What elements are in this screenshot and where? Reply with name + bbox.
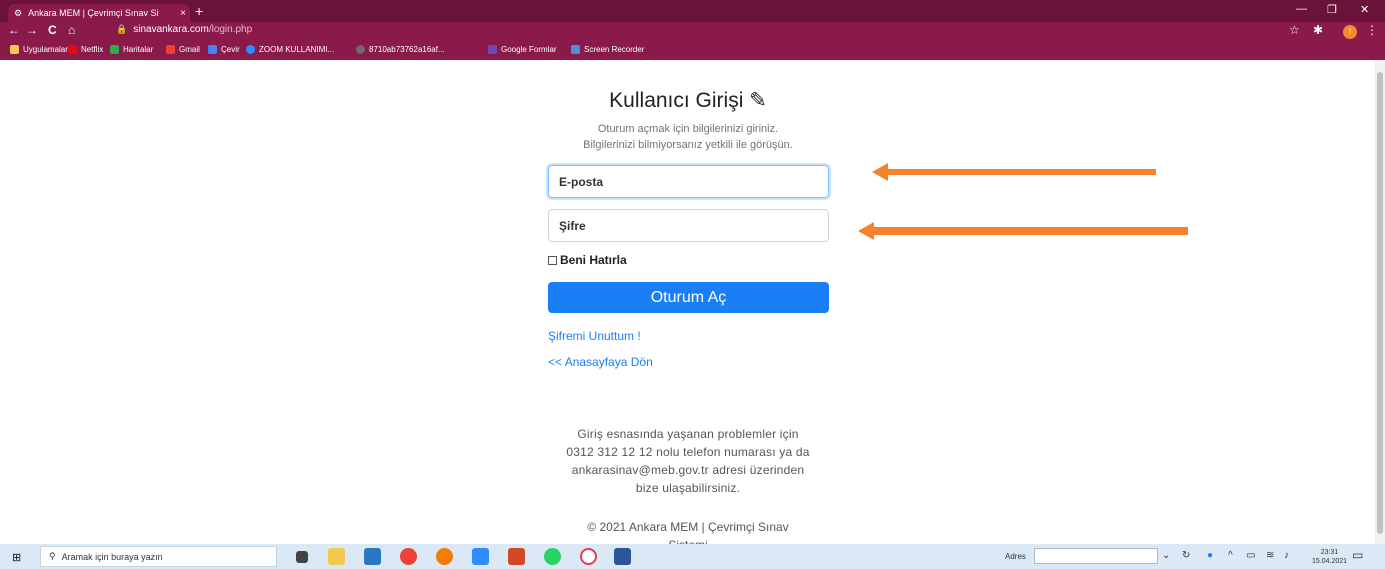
close-tab-icon[interactable]: × bbox=[180, 8, 190, 19]
windows-start-icon[interactable]: ⊞ bbox=[12, 551, 21, 564]
url-path: /login.php bbox=[208, 24, 253, 35]
footer-line-2: Sistemi bbox=[528, 536, 848, 544]
zoom-icon bbox=[246, 45, 255, 54]
gmail-icon bbox=[166, 45, 175, 54]
wifi-icon[interactable]: ≋ bbox=[1266, 550, 1274, 561]
address-toolbar-label: Adres bbox=[1005, 552, 1026, 561]
bookmark-zoom[interactable]: ZOOM KULLANIMI... bbox=[246, 45, 334, 54]
bookmark-link[interactable]: 8710ab73762a16af... bbox=[356, 45, 445, 54]
footer-copyright: © 2021 Ankara MEM | Çevrimçi Sınav Siste… bbox=[528, 518, 848, 544]
bookmarks-bar: Uygulamalar Netflix Haritalar Gmail Çevi… bbox=[0, 41, 1385, 60]
email-field[interactable]: E-posta bbox=[548, 165, 829, 198]
apps-grid-icon bbox=[10, 45, 19, 54]
bookmark-apps[interactable]: Uygulamalar bbox=[10, 45, 68, 54]
zoom-app-icon[interactable] bbox=[472, 548, 489, 565]
info-line: 0312 312 12 12 nolu telefon numarası ya … bbox=[566, 445, 810, 459]
remember-me[interactable]: Beni Hatırla bbox=[548, 253, 627, 267]
back-to-home-link[interactable]: << Anasayfaya Dön bbox=[548, 355, 653, 369]
info-line: bize ulaşabilirsiniz. bbox=[635, 481, 741, 495]
translate-icon bbox=[208, 45, 217, 54]
globe-icon: ⚙ bbox=[14, 7, 23, 18]
bookmark-google-forms[interactable]: Google Formlar bbox=[488, 45, 557, 54]
profile-avatar[interactable]: ! bbox=[1343, 25, 1357, 39]
notification-icon[interactable]: ▭ bbox=[1352, 548, 1363, 562]
login-title: Kullanıcı Girişi ✎ bbox=[548, 88, 828, 113]
login-submit-button[interactable]: Oturum Aç bbox=[548, 282, 829, 313]
taskbar-search[interactable]: ⚲ Aramak için buraya yazın bbox=[40, 546, 277, 567]
home-icon[interactable]: ⌂ bbox=[68, 23, 75, 37]
bookmark-translate[interactable]: Çevir bbox=[208, 45, 240, 54]
login-subtitle: Oturum açmak için bilgilerinizi giriniz.… bbox=[528, 121, 848, 153]
bookmark-gmail[interactable]: Gmail bbox=[166, 45, 200, 54]
footer-line-1: © 2021 Ankara MEM | Çevrimçi Sınav bbox=[587, 520, 789, 534]
powerpoint-icon[interactable] bbox=[508, 548, 525, 565]
browser-toolbar: ← → C ⌂ 🔒 sinavankara.com/login.php ☆ ✱ !… bbox=[0, 22, 1385, 41]
remember-checkbox[interactable] bbox=[548, 255, 557, 265]
chrome-icon[interactable] bbox=[400, 548, 417, 565]
taskbar-search-placeholder: Aramak için buraya yazın bbox=[61, 551, 163, 562]
bookmark-screen-recorder[interactable]: Screen Recorder bbox=[571, 45, 644, 54]
store-icon[interactable] bbox=[364, 548, 381, 565]
forgot-password-link[interactable]: Şifremi Unuttum ! bbox=[548, 329, 641, 343]
dropdown-icon[interactable]: ⌄ bbox=[1162, 550, 1170, 561]
pencil-icon: ✎ bbox=[749, 89, 767, 112]
minimize-icon[interactable]: — bbox=[1296, 3, 1307, 15]
forms-icon bbox=[488, 45, 497, 54]
chevron-up-icon[interactable]: ^ bbox=[1228, 550, 1233, 561]
back-icon[interactable]: ← bbox=[8, 23, 20, 37]
help-info: Giriş esnasında yaşanan problemler için … bbox=[528, 425, 848, 497]
maps-icon bbox=[110, 45, 119, 54]
firefox-icon[interactable] bbox=[436, 548, 453, 565]
subtitle-line-2: Bilgilerinizi bilmiyorsanız yetkili ile … bbox=[583, 139, 793, 151]
browser-tab[interactable]: ⚙ Ankara MEM | Çevrimçi Sınav Si × bbox=[8, 4, 190, 22]
menu-kebab-icon[interactable]: ⋮ bbox=[1366, 23, 1378, 37]
annotation-arrow-password bbox=[872, 227, 1188, 235]
browser-tab-strip: ⚙ Ankara MEM | Çevrimçi Sınav Si × + — ❐… bbox=[0, 0, 1385, 22]
lock-icon: 🔒 bbox=[116, 24, 128, 34]
new-tab-button[interactable]: + bbox=[195, 3, 203, 19]
whatsapp-icon[interactable] bbox=[544, 548, 561, 565]
forward-icon[interactable]: → bbox=[26, 23, 38, 37]
bookmark-netflix[interactable]: Netflix bbox=[68, 45, 103, 54]
globe-icon bbox=[356, 45, 365, 54]
scrollbar-thumb[interactable] bbox=[1377, 72, 1383, 534]
tab-title: Ankara MEM | Çevrimçi Sınav Si bbox=[28, 8, 159, 18]
opera-icon[interactable] bbox=[580, 548, 597, 565]
clock-date: 15.04.2021 bbox=[1312, 558, 1348, 565]
netflix-icon bbox=[68, 45, 77, 54]
volume-icon[interactable]: ♪ bbox=[1284, 550, 1289, 561]
address-toolbar-input[interactable] bbox=[1034, 548, 1158, 564]
reload-icon[interactable]: C bbox=[48, 23, 57, 37]
extensions-puzzle-icon[interactable]: ✱ bbox=[1313, 23, 1323, 37]
task-view-icon[interactable] bbox=[296, 551, 308, 563]
refresh-icon[interactable]: ↻ bbox=[1182, 550, 1190, 561]
bookmark-maps[interactable]: Haritalar bbox=[110, 45, 153, 54]
info-line: Giriş esnasında yaşanan problemler için bbox=[577, 427, 799, 441]
annotation-arrow-email bbox=[886, 169, 1156, 175]
info-line: ankarasinav@meb.gov.tr adresi üzerinden bbox=[571, 463, 805, 477]
subtitle-line-1: Oturum açmak için bilgilerinizi giriniz. bbox=[597, 123, 779, 135]
battery-icon[interactable]: ▭ bbox=[1246, 550, 1255, 561]
file-explorer-icon[interactable] bbox=[328, 548, 345, 565]
maximize-icon[interactable]: ❐ bbox=[1327, 3, 1337, 16]
clock-time: 23:31 bbox=[1320, 549, 1339, 556]
bookmark-star-icon[interactable]: ☆ bbox=[1289, 23, 1300, 37]
address-bar[interactable]: 🔒 sinavankara.com/login.php bbox=[116, 24, 252, 35]
login-title-text: Kullanıcı Girişi bbox=[609, 89, 744, 112]
help-icon[interactable]: ● bbox=[1207, 550, 1213, 561]
close-window-icon[interactable]: ✕ bbox=[1360, 3, 1369, 16]
remember-label: Beni Hatırla bbox=[560, 253, 627, 267]
url-host: sinavankara.com bbox=[133, 24, 209, 35]
taskbar-clock[interactable]: 23:31 15.04.2021 bbox=[1312, 548, 1347, 566]
password-field[interactable]: Şifre bbox=[548, 209, 829, 242]
windows-taskbar: ⊞ ⚲ Aramak için buraya yazın Adres ⌄ ↻ ●… bbox=[0, 544, 1385, 569]
word-icon[interactable] bbox=[614, 548, 631, 565]
screen-recorder-icon bbox=[571, 45, 580, 54]
search-icon: ⚲ bbox=[49, 551, 56, 561]
